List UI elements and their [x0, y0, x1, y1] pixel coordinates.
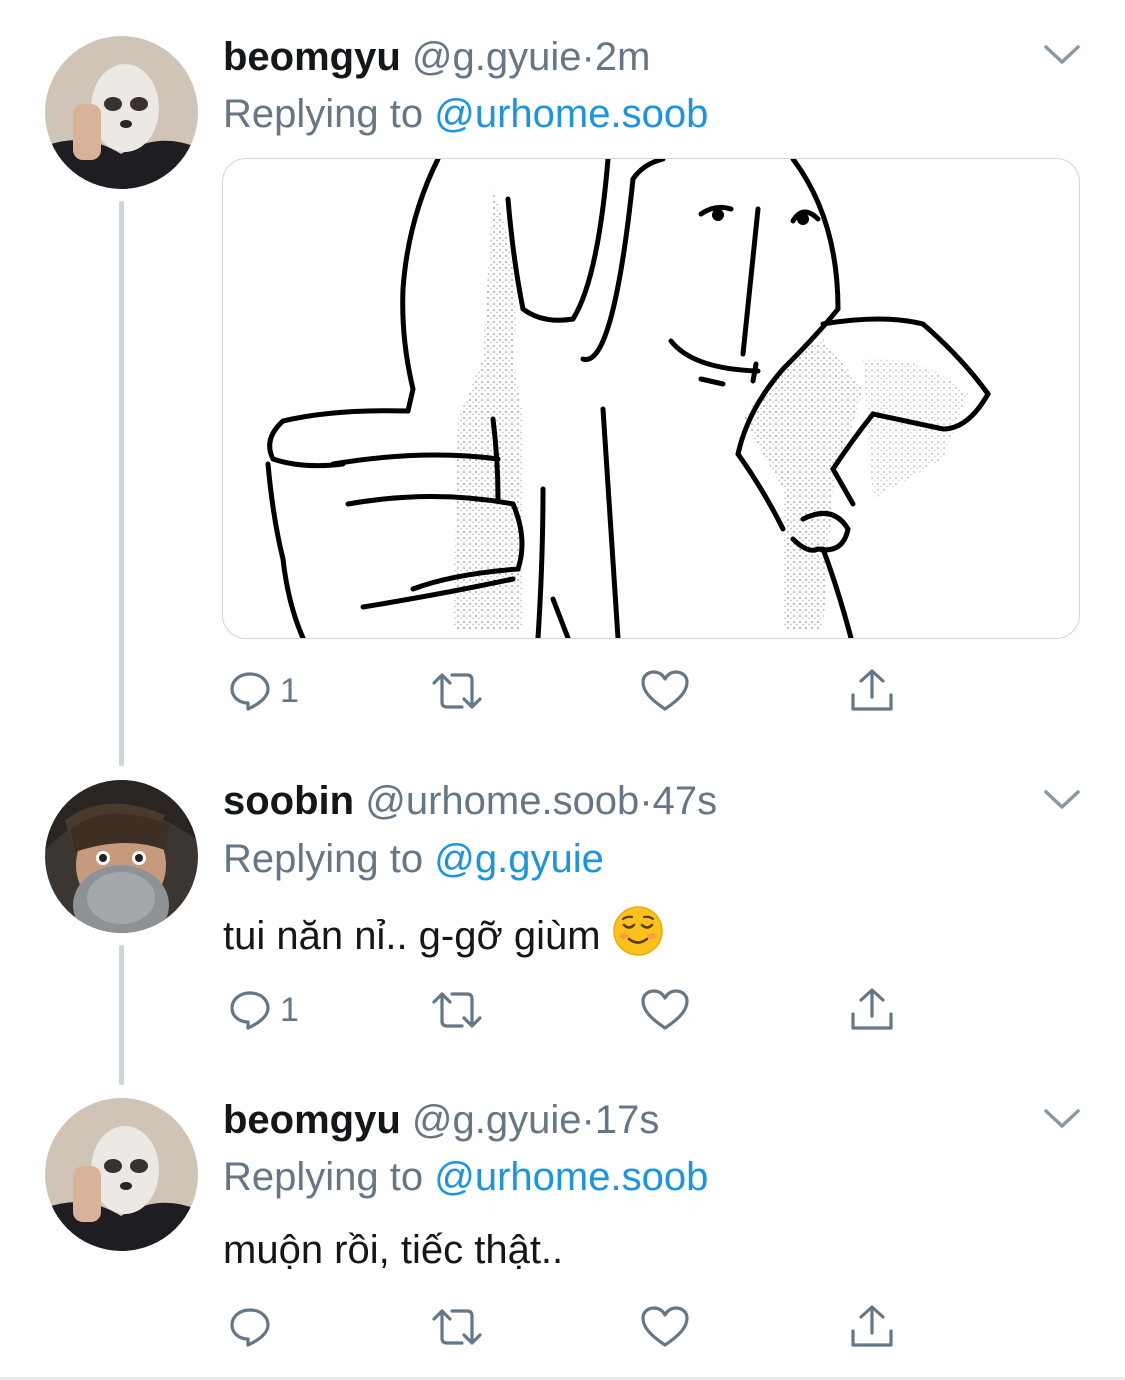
replying-to: Replying to @urhome.soob	[223, 1153, 708, 1201]
retweet-button[interactable]	[428, 666, 486, 716]
like-icon	[641, 1306, 689, 1347]
reply-icon	[230, 672, 270, 711]
tweet-3: beomgyu @g.gyuie·17s Replying to @urhome…	[0, 1080, 1125, 1377]
avatar[interactable]	[45, 780, 198, 933]
tweet-header: beomgyu @g.gyuie·2m	[223, 33, 650, 81]
timestamp[interactable]: 47s	[653, 779, 718, 823]
replying-to-link[interactable]: @g.gyuie	[434, 837, 604, 881]
separator: ·	[581, 35, 595, 79]
replying-prefix: Replying to	[223, 92, 424, 136]
chevron-down-icon[interactable]	[1042, 788, 1082, 812]
reply-count: 1	[280, 671, 299, 710]
display-name[interactable]: beomgyu	[223, 35, 401, 79]
tweet-text-content: tui năn nỉ.. g-gỡ giùm	[223, 914, 601, 958]
share-button[interactable]	[848, 985, 896, 1035]
retweet-button[interactable]	[428, 985, 486, 1035]
user-handle: @urhome.soob	[365, 779, 640, 823]
reply-button[interactable]	[228, 1302, 280, 1352]
chevron-down-icon[interactable]	[1042, 43, 1082, 67]
share-icon	[851, 1305, 893, 1347]
avatar[interactable]	[45, 1098, 198, 1251]
reply-count: 1	[280, 990, 299, 1029]
tweet-text: tui năn nỉ.. g-gỡ giùm	[223, 905, 664, 961]
share-icon	[851, 669, 893, 711]
like-icon	[641, 989, 689, 1030]
reply-icon	[230, 991, 270, 1030]
tweet-header: soobin @urhome.soob·47s	[223, 777, 717, 825]
tweet-actions: 1	[228, 985, 908, 1035]
tweet-actions	[228, 1302, 908, 1352]
reply-icon	[230, 1308, 270, 1347]
replying-to: Replying to @g.gyuie	[223, 835, 604, 883]
like-icon	[641, 670, 689, 711]
tweet-2: soobin @urhome.soob·47s Replying to @g.g…	[0, 760, 1125, 1085]
like-button[interactable]	[640, 985, 690, 1035]
separator: ·	[581, 1098, 595, 1142]
display-name[interactable]: soobin	[223, 779, 354, 823]
reply-button[interactable]: 1	[228, 985, 299, 1035]
separator: ·	[639, 779, 653, 823]
like-button[interactable]	[640, 1302, 690, 1352]
chevron-down-icon[interactable]	[1042, 1107, 1082, 1131]
timestamp[interactable]: 17s	[595, 1098, 660, 1142]
tweet-header: beomgyu @g.gyuie·17s	[223, 1096, 659, 1144]
share-icon	[851, 988, 893, 1030]
replying-to: Replying to @urhome.soob	[223, 90, 708, 138]
sketch-drawing	[265, 159, 991, 638]
reply-button[interactable]: 1	[228, 666, 299, 716]
retweet-icon	[432, 1309, 482, 1345]
avatar[interactable]	[45, 36, 198, 189]
timestamp[interactable]: 2m	[595, 35, 651, 79]
replying-prefix: Replying to	[223, 837, 424, 881]
tweet-text: muộn rồi, tiếc thật..	[223, 1228, 564, 1272]
thread-line	[119, 201, 124, 766]
tweet-1: beomgyu @g.gyuie·2m Replying to @urhome.…	[0, 0, 1125, 766]
retweet-icon	[432, 992, 482, 1028]
thread-line	[119, 945, 124, 1085]
replying-to-link[interactable]: @urhome.soob	[434, 92, 708, 136]
tweet-image[interactable]	[222, 158, 1080, 639]
tweet-actions: 1	[228, 666, 908, 716]
replying-prefix: Replying to	[223, 1155, 424, 1199]
share-button[interactable]	[848, 666, 896, 716]
relieved-face-emoji-icon	[612, 906, 663, 956]
replying-to-link[interactable]: @urhome.soob	[434, 1155, 708, 1199]
user-handle: @g.gyuie	[411, 35, 582, 79]
share-button[interactable]	[848, 1302, 896, 1352]
display-name[interactable]: beomgyu	[223, 1098, 401, 1142]
retweet-button[interactable]	[428, 1302, 486, 1352]
like-button[interactable]	[640, 666, 690, 716]
retweet-icon	[432, 673, 482, 709]
user-handle: @g.gyuie	[411, 1098, 582, 1142]
